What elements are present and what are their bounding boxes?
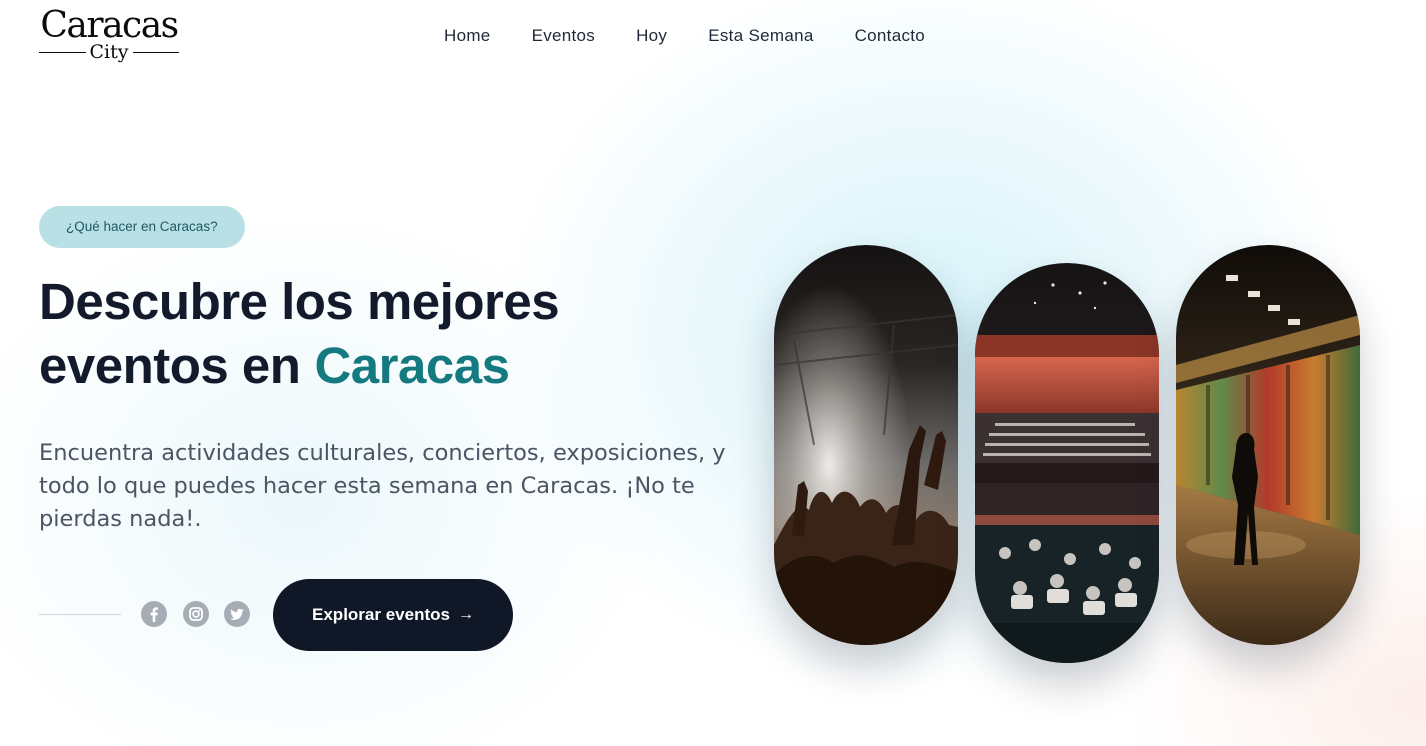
facebook-icon[interactable] <box>141 601 167 627</box>
orchestra-theater-photo <box>975 263 1159 663</box>
hero-description: Encuentra actividades culturales, concie… <box>39 440 726 532</box>
hero-headline: Descubre los mejores eventos en Caracas <box>39 270 739 398</box>
nav-esta-semana[interactable]: Esta Semana <box>708 26 813 46</box>
arrow-right-icon: → <box>457 606 474 623</box>
explore-events-label: Explorar eventos <box>312 605 450 624</box>
hero-tag: ¿Qué hacer en Caracas? <box>39 206 245 248</box>
twitter-icon[interactable] <box>224 601 250 627</box>
social-divider <box>39 614 121 615</box>
logo[interactable]: Caracas City <box>39 8 179 66</box>
nav-home[interactable]: Home <box>444 26 491 46</box>
nav-contacto[interactable]: Contacto <box>855 26 925 46</box>
main-nav: Home Eventos Hoy Esta Semana Contacto <box>444 26 966 46</box>
logo-line-right <box>132 51 180 53</box>
explore-events-button[interactable]: Explorar eventos → <box>273 579 513 651</box>
instagram-icon[interactable] <box>183 601 209 627</box>
hero-headline-accent: Caracas <box>314 337 510 394</box>
concert-crowd-photo <box>774 245 958 645</box>
nav-hoy[interactable]: Hoy <box>636 26 667 46</box>
nav-eventos[interactable]: Eventos <box>532 26 596 46</box>
logo-line-left <box>39 51 86 53</box>
logo-title: Caracas <box>40 5 179 46</box>
logo-subtitle: City <box>89 40 129 63</box>
art-gallery-photo <box>1176 245 1360 645</box>
logo-subtitle-row: City <box>39 40 180 63</box>
